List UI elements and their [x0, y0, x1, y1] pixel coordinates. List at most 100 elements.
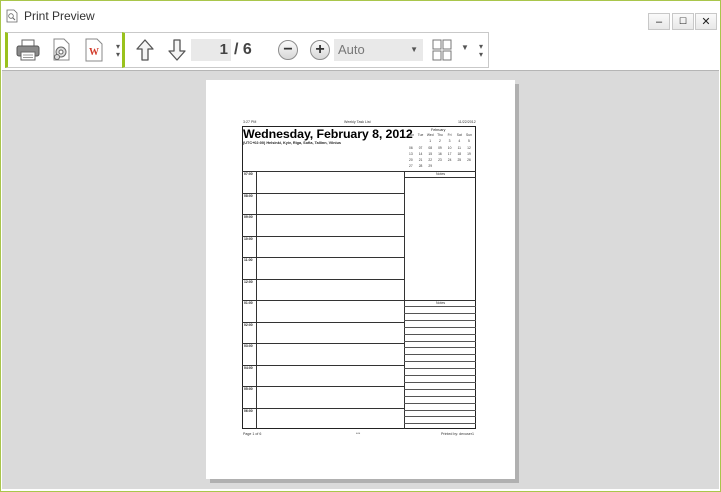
- timezone-label: (UTC+02:00) Helsinki, Kyiv, Riga, Sofia,…: [243, 141, 342, 145]
- toolbar-group-navigation: 1 / 6 − + Auto ▼ ▼ ▾ ▾: [122, 32, 489, 68]
- notes-line: [404, 381, 476, 383]
- notes-line: [404, 306, 476, 307]
- time-slot-divider: [242, 257, 404, 258]
- multi-page-layout-icon: [432, 39, 452, 61]
- page-layout-dropdown-arrow[interactable]: ▼: [461, 43, 469, 52]
- next-page-button[interactable]: [165, 36, 189, 64]
- plus-icon: +: [315, 41, 325, 58]
- notes-line: [404, 395, 476, 397]
- window-title: Print Preview: [24, 9, 95, 23]
- time-slot-label: 07:00: [244, 172, 253, 176]
- preview-page: 3:27 PM Weekly Task List 11/22/2012 Wedn…: [206, 80, 515, 479]
- time-slot-label: 01:00: [244, 301, 253, 305]
- notes-line: [404, 312, 476, 314]
- preview-area[interactable]: 3:27 PM Weekly Task List 11/22/2012 Wedn…: [2, 70, 719, 489]
- zoom-in-button[interactable]: +: [310, 40, 330, 60]
- notes-line: [404, 402, 476, 404]
- previous-page-button[interactable]: [133, 36, 157, 64]
- page-header-date: 11/22/2012: [458, 120, 476, 124]
- minimize-button[interactable]: –: [648, 13, 670, 30]
- calendar-day: [464, 163, 474, 169]
- calendar-day: [454, 163, 464, 169]
- time-slot-divider: [242, 214, 404, 215]
- time-slot-divider: [242, 192, 404, 194]
- notes-line: [404, 333, 476, 335]
- zoom-out-button[interactable]: −: [278, 40, 298, 60]
- notes-line: [404, 423, 476, 425]
- time-slot-label: 05:00: [244, 387, 253, 391]
- time-slot-label: 06:00: [244, 408, 253, 413]
- notes-line: [404, 319, 476, 321]
- calendar-weeks: 1 2 3 4 5 06 07 08 09 10 11 12 13 14 15 16 17 18 19 20 21 22 2…: [406, 138, 474, 169]
- notes-line: [404, 347, 476, 349]
- minus-icon: −: [283, 41, 293, 58]
- page-header-time: 3:27 PM: [243, 120, 257, 124]
- time-slot-divider: [242, 300, 404, 301]
- time-slot-label: 08:00: [244, 193, 253, 198]
- time-slot-label: 11:00: [244, 258, 253, 262]
- toolbar-group-file: W ▾ ▾: [5, 32, 126, 68]
- zoom-value: Auto: [338, 42, 365, 57]
- time-slot-divider: [242, 235, 404, 237]
- calendar-week: 27 28 29: [406, 163, 474, 169]
- time-slot-divider: [242, 407, 404, 409]
- calendar-day: [435, 163, 445, 169]
- time-slot-divider: [242, 343, 404, 344]
- page-count-label: / 6: [234, 41, 252, 58]
- notes-line: [404, 416, 476, 418]
- current-page-input[interactable]: 1: [191, 39, 231, 61]
- arrow-up-icon: [136, 39, 154, 61]
- time-slot-label: 03:00: [244, 344, 253, 348]
- calendar-day: [445, 163, 455, 169]
- notes-line: [404, 361, 476, 363]
- notes-label-top: Notes: [436, 172, 446, 176]
- page-settings-gear-icon: [53, 38, 70, 61]
- time-slot-divider: [242, 364, 404, 366]
- page-footer-printed-by: Printed by: devuser1: [441, 432, 474, 436]
- page-settings-button[interactable]: [48, 36, 74, 64]
- svg-text:W: W: [89, 47, 99, 58]
- print-preview-app-icon: [6, 9, 18, 23]
- close-button[interactable]: ✕: [695, 13, 717, 30]
- page-header-title: Weekly Task List: [344, 120, 371, 124]
- zoom-dropdown[interactable]: Auto ▼: [334, 39, 423, 61]
- notes-top-divider: [404, 177, 476, 178]
- printer-icon: [16, 39, 40, 61]
- time-slot-divider: [242, 386, 404, 387]
- maximize-icon: ☐: [678, 16, 688, 26]
- calendar-day: 27: [409, 164, 413, 169]
- mini-calendar: Mon Tue Wed Thu Fri Sat Sun 1 2 3 4 5 06 07 08 0…: [406, 132, 474, 170]
- export-button[interactable]: W: [82, 36, 106, 64]
- title-bar: Print Preview – ☐ ✕: [1, 1, 720, 31]
- maximize-button[interactable]: ☐: [672, 13, 694, 30]
- calendar-day: 29: [428, 164, 433, 169]
- toolbar-overflow-1[interactable]: ▾ ▾: [114, 43, 122, 61]
- time-slot-label: 02:00: [244, 322, 253, 327]
- toolbar-overflow-2[interactable]: ▾ ▾: [477, 43, 485, 61]
- page-footer-page: Page 1 of 6: [243, 432, 262, 436]
- arrow-down-icon: [168, 39, 186, 61]
- notes-line: [404, 326, 476, 328]
- page-footer-center: ***: [356, 432, 361, 436]
- notes-line: [404, 368, 476, 370]
- time-slot-divider: [242, 278, 404, 280]
- notes-line: [404, 409, 476, 411]
- chevron-down-icon: ▼: [410, 45, 418, 54]
- print-button[interactable]: [14, 36, 42, 64]
- day-heading: Wednesday, February 8, 2012: [243, 127, 413, 141]
- time-slot-label: 10:00: [244, 236, 253, 241]
- time-slot-label: 04:00: [244, 365, 253, 370]
- page-layout-button[interactable]: [430, 36, 454, 64]
- notes-label-bottom: Notes: [436, 301, 446, 305]
- export-word-document-icon: W: [85, 38, 103, 62]
- notes-line: [404, 388, 476, 390]
- notes-line: [404, 375, 476, 376]
- calendar-day: 28: [418, 164, 423, 169]
- print-preview-window: Print Preview – ☐ ✕ W ▾ ▾ 1 / 6 − + Auto…: [0, 0, 721, 492]
- minimize-icon: –: [655, 15, 663, 28]
- time-slot-divider: [242, 321, 404, 323]
- time-slot-label: 09:00: [244, 215, 253, 219]
- time-slot-label: 12:00: [244, 279, 253, 284]
- notes-line: [404, 354, 476, 356]
- close-icon: ✕: [701, 16, 711, 28]
